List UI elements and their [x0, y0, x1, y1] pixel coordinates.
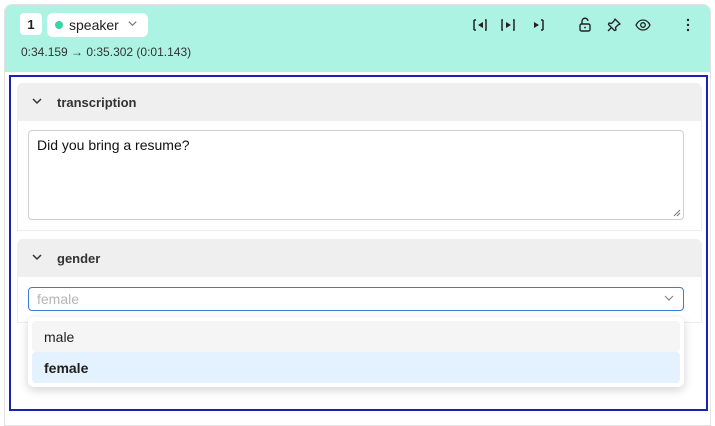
play-segment-icon[interactable] — [499, 17, 517, 33]
chevron-down-icon — [31, 251, 43, 266]
segment-card: 1 speaker 0:34.159 → 0:35.302 (0:01.143) — [4, 4, 711, 426]
more-vertical-icon[interactable] — [679, 17, 697, 33]
transcription-textarea[interactable]: Did you bring a resume? — [28, 130, 684, 220]
gender-section-toggle[interactable]: gender — [17, 239, 702, 277]
chevron-down-icon — [31, 95, 43, 110]
skip-to-end-icon[interactable] — [528, 17, 546, 33]
unlock-icon[interactable] — [576, 17, 594, 33]
resize-handle-icon[interactable] — [673, 209, 681, 217]
speaker-selector[interactable]: speaker — [47, 13, 148, 37]
segment-content-outline: transcription Did you bring a resume? ge… — [9, 75, 708, 411]
gender-select-placeholder: female — [37, 291, 80, 307]
transcription-section-toggle[interactable]: transcription — [17, 83, 702, 121]
speaker-color-dot — [55, 21, 63, 29]
skip-to-start-icon[interactable] — [471, 17, 489, 33]
gender-option-female[interactable]: female — [32, 352, 680, 383]
chevron-down-icon — [127, 18, 138, 32]
segment-time-range: 0:34.159 → 0:35.302 (0:01.143) — [21, 45, 192, 59]
gender-option-male[interactable]: male — [32, 321, 680, 352]
gender-select[interactable]: female — [28, 287, 684, 311]
gender-dropdown-menu: male female — [28, 317, 684, 387]
speaker-label: speaker — [69, 17, 119, 33]
pin-icon[interactable] — [605, 17, 623, 33]
eye-icon[interactable] — [634, 17, 652, 33]
chevron-down-icon — [663, 291, 675, 307]
transcription-section-label: transcription — [57, 94, 137, 110]
segment-header: 1 speaker 0:34.159 → 0:35.302 (0:01.143) — [5, 5, 710, 72]
gender-section-label: gender — [57, 250, 101, 266]
transcription-text: Did you bring a resume? — [37, 137, 190, 153]
segment-number-badge: 1 — [20, 13, 42, 35]
